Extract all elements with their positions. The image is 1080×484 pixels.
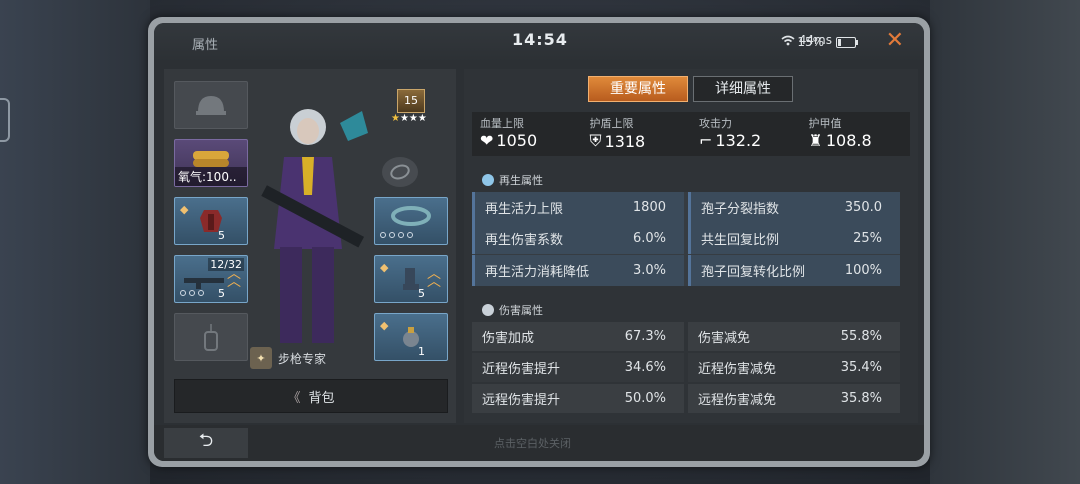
star-rating: ★★★★ — [391, 113, 427, 124]
item-count: 1 — [418, 345, 425, 358]
damage-cell: 伤害加成 67.3% — [472, 322, 684, 351]
weapon-slot[interactable]: 12/32 5 ︿ ︿ — [174, 255, 248, 303]
regen-section-title: 再生属性 — [482, 172, 543, 188]
stat-attack: 攻击力 ⌐ 132.2 — [699, 117, 762, 150]
specialist-icon: ✦ — [250, 347, 272, 369]
regen-cell: 再生活力上限 1800 — [472, 192, 684, 223]
rank-icon: ◆ — [380, 261, 389, 274]
bag-label: 背包 — [308, 390, 335, 406]
specialist-label: 步枪专家 — [278, 351, 327, 366]
level-badge: 15 — [397, 89, 425, 113]
chevron-up-icon: ︿ ︿ — [427, 266, 441, 290]
helmet-icon — [196, 96, 226, 115]
oxygen-tank-slot[interactable]: 氧气:100.. — [174, 139, 248, 187]
regen-cell: 再生伤害系数 6.0% — [472, 223, 684, 255]
close-hint[interactable]: 点击空白处关闭 — [494, 435, 571, 451]
regen-cell: 共生回复比例 25% — [688, 223, 900, 255]
side-handle[interactable] — [0, 98, 10, 142]
tab-important[interactable]: 重要属性 — [588, 76, 688, 102]
battery-icon — [836, 36, 858, 48]
ring-accessory-slot[interactable] — [382, 157, 418, 187]
regen-table: 再生活力上限 1800 孢子分裂指数 350.0 再生伤害系数 6.0% 共生回复比例… — [472, 192, 900, 286]
chevron-up-icon: ︿ ︿ — [227, 266, 241, 290]
close-icon[interactable]: ✕ — [886, 28, 904, 53]
upgrade-dots — [380, 232, 413, 238]
rank-icon: ◆ — [380, 319, 389, 332]
tab-detailed[interactable]: 详细属性 — [693, 76, 793, 102]
bag-button[interactable]: 《 背包 — [174, 379, 448, 413]
regen-cell: 再生活力消耗降低 3.0% — [472, 254, 684, 286]
weapon-level: 5 — [218, 287, 225, 300]
armor-icon: ♜ — [808, 131, 823, 150]
back-button[interactable]: ⮌ — [164, 428, 248, 458]
specialist-tag: ✦ 步枪专家 — [250, 347, 326, 369]
panel-title: 属性 — [192, 38, 219, 53]
battery-percent: 15% — [797, 35, 824, 49]
battery-status: 15% — [797, 35, 858, 49]
wifi-icon — [781, 35, 795, 45]
consumable-slot[interactable]: ◆ 1 — [374, 313, 448, 361]
top-bar: 属性 14:54 44ms 15% ✕ — [154, 23, 924, 63]
clock: 14:54 — [512, 30, 568, 49]
armor-level: 5 — [218, 229, 225, 242]
back-arrow-icon: ⮌ — [198, 430, 214, 451]
helmet-slot[interactable] — [174, 81, 248, 129]
damage-cell: 近程伤害提升 34.6% — [472, 353, 684, 382]
tag-slot[interactable] — [174, 313, 248, 361]
background-left — [0, 0, 150, 484]
main-stats: 血量上限 ❤ 1050 护盾上限 ⛨ 1318 攻击力 ⌐ 132.2 护甲值 ♜ 10… — [472, 112, 910, 156]
damage-cell: 远程伤害减免 35.8% — [688, 384, 900, 413]
dog-tag-icon — [204, 324, 218, 351]
gun-icon: ⌐ — [699, 131, 713, 150]
attributes-area: 重要属性 详细属性 血量上限 ❤ 1050 护盾上限 ⛨ 1318 攻击力 ⌐ 132… — [464, 69, 918, 423]
boots-slot[interactable]: ◆ 5 ︿ ︿ — [374, 255, 448, 303]
stat-armor: 护甲值 ♜ 108.8 — [808, 117, 872, 150]
footer-bar: ⮌ 点击空白处关闭 — [154, 425, 924, 461]
device-frame: 属性 14:54 44ms 15% ✕ 氧气:100.. ◆ 5 12/32 5… — [148, 17, 930, 467]
attributes-panel: 属性 14:54 44ms 15% ✕ 氧气:100.. ◆ 5 12/32 5… — [154, 23, 924, 461]
background-right — [930, 0, 1080, 484]
upgrade-dots — [180, 290, 204, 296]
stat-shield: 护盾上限 ⛨ 1318 — [589, 117, 646, 151]
regen-icon — [482, 174, 494, 186]
regen-cell: 孢子回复转化比例 100% — [688, 254, 900, 286]
bracelet-slot[interactable] — [374, 197, 448, 245]
character-level: 15 ★★★★ — [391, 89, 427, 124]
damage-cell: 伤害减免 55.8% — [688, 322, 900, 351]
stat-hp: 血量上限 ❤ 1050 — [480, 117, 538, 150]
character-portrait — [261, 109, 368, 343]
shield-icon: ⛨ — [589, 131, 602, 150]
double-chevron-left-icon: 《 — [287, 390, 301, 406]
damage-section-title: 伤害属性 — [482, 302, 543, 318]
attribute-tabs: 重要属性 详细属性 — [588, 76, 793, 102]
heart-icon: ❤ — [480, 131, 494, 150]
damage-cell: 远程伤害提升 50.0% — [472, 384, 684, 413]
equipment-area: 氧气:100.. ◆ 5 12/32 5 ︿ ︿ 15 ★★★★ ◆ 5 ︿ ︿… — [164, 69, 456, 423]
regen-cell: 孢子分裂指数 350.0 — [688, 192, 900, 223]
ring-icon — [390, 164, 410, 180]
armor-slot[interactable]: ◆ 5 — [174, 197, 248, 245]
damage-icon — [482, 304, 494, 316]
bracelet-icon — [391, 206, 431, 227]
boots-level: 5 — [418, 287, 425, 300]
oxygen-label: 氧气:100.. — [175, 167, 247, 186]
rank-icon: ◆ — [180, 203, 189, 216]
damage-table: 伤害加成 67.3% 伤害减免 55.8% 近程伤害提升 34.6% 近程伤害减免 35… — [472, 322, 900, 415]
damage-cell: 近程伤害减免 35.4% — [688, 353, 900, 382]
